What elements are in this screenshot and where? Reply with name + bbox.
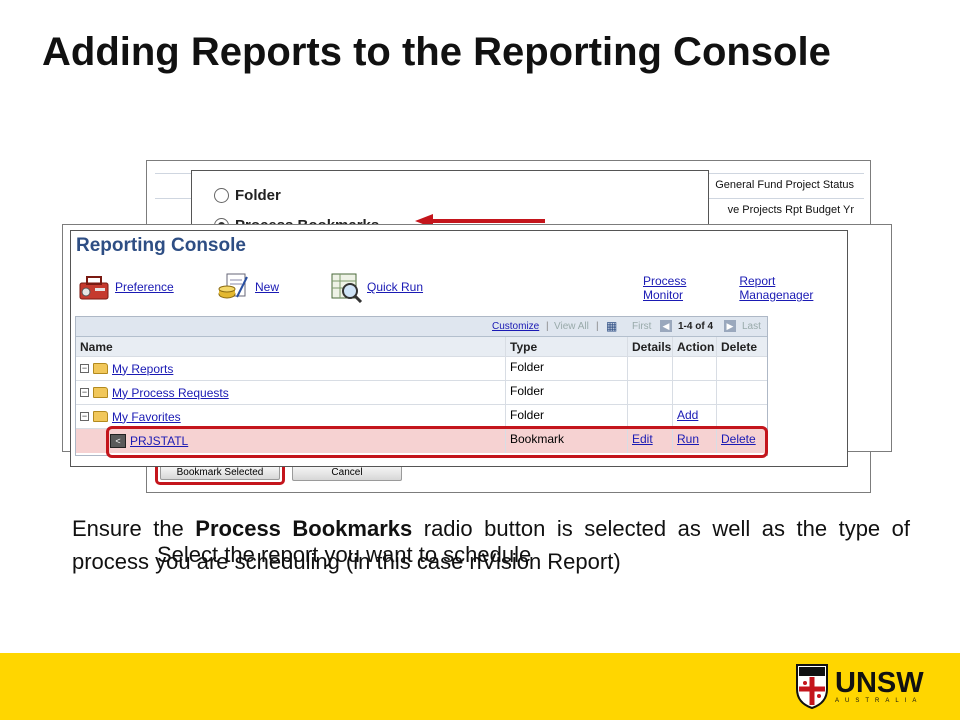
col-details-header: Details [628,337,673,356]
prev-arrow-icon[interactable]: ◀ [660,320,672,332]
first-link[interactable]: First [632,321,651,332]
crest-icon [796,664,828,709]
row-name-link[interactable]: My Favorites [112,410,181,424]
table-row: − My Reports Folder [76,357,767,381]
folder-icon [93,387,108,398]
grid-header: Name Type Details Action Delete [76,337,767,357]
report-manager-link[interactable]: Report Managenager [739,274,847,302]
console-links: Process Monitor Report Managenager [643,274,847,302]
grid-view-icon[interactable]: ▦ [606,319,617,333]
slide-title: Adding Reports to the Reporting Console [42,30,831,74]
new-tool[interactable]: New [217,271,279,303]
radio-icon[interactable] [214,187,229,203]
overlay-caption: Select the report you want to schedule [157,542,532,567]
folder-radio-option[interactable]: Folder [214,185,281,205]
folder-icon [93,363,108,374]
col-name-header: Name [76,337,506,356]
quick-run-tool[interactable]: Quick Run [329,271,423,303]
col-action-header: Action [673,337,717,356]
last-link[interactable]: Last [742,321,761,332]
customize-link[interactable]: Customize [492,321,539,332]
console-title: Reporting Console [76,235,246,256]
unsw-logo: UNSW AUSTRALIA [795,657,940,715]
new-document-icon [218,273,248,299]
row-name-link[interactable]: My Reports [112,362,173,376]
table-row: − My Process Requests Folder [76,381,767,405]
process-monitor-link[interactable]: Process Monitor [643,274,725,302]
preference-link[interactable]: Preference [115,280,174,294]
new-link[interactable]: New [255,280,279,294]
view-all-link[interactable]: View All [554,321,589,332]
collapse-icon[interactable]: − [80,388,89,397]
folder-icon [93,411,108,422]
col-delete-header: Delete [721,340,758,354]
next-arrow-icon[interactable]: ▶ [724,320,736,332]
page-range: 1-4 of 4 [678,321,714,332]
preference-tool[interactable]: Preference [77,271,174,303]
quick-run-icon [331,273,363,303]
quick-run-link[interactable]: Quick Run [367,280,423,294]
row-name-link[interactable]: My Process Requests [112,386,229,400]
bookmark-highlight-frame [106,426,768,458]
col-type-header: Type [506,337,628,356]
collapse-icon[interactable]: − [80,412,89,421]
collapse-icon[interactable]: − [80,364,89,373]
add-link[interactable]: Add [677,408,698,422]
toolbox-icon [79,276,109,300]
grid-navigation: Customize | View All | ▦ First ◀ 1-4 of … [76,317,767,337]
